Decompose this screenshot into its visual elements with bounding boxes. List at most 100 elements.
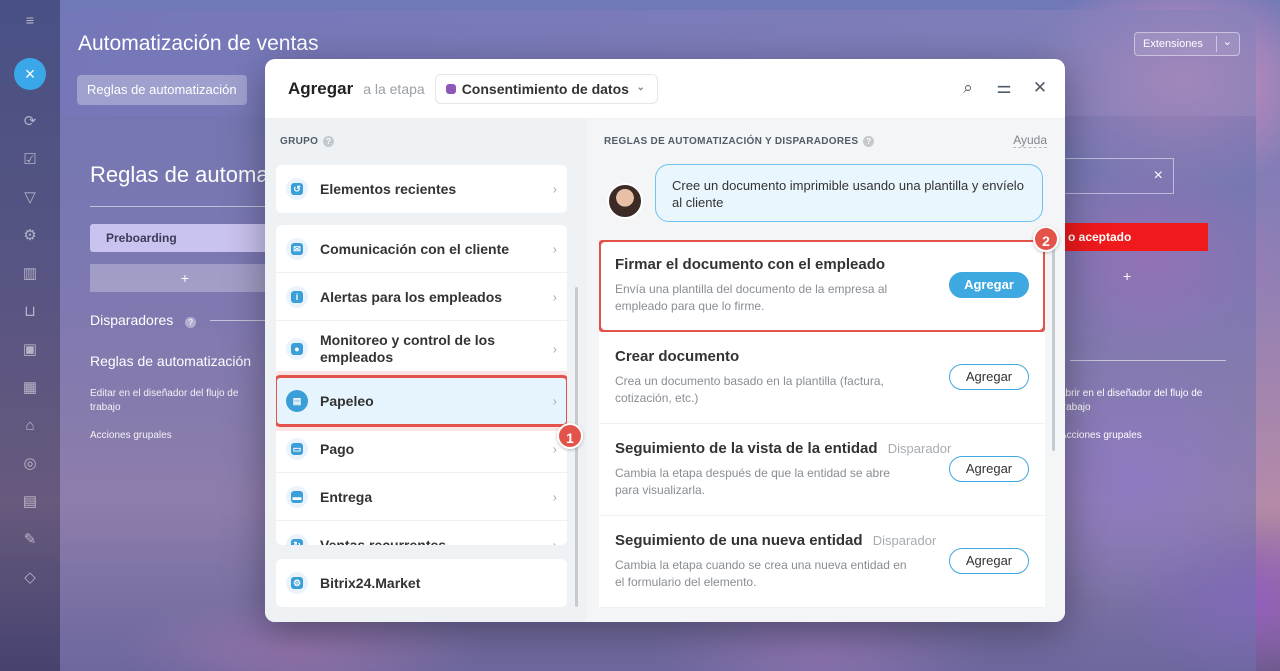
market-card: ⚙ Bitrix24.Market [276,559,567,607]
group-item-payment[interactable]: ▭ Pago › [276,425,567,473]
right-edit-designer-link[interactable]: abrir en el diseñador del flujo de traba… [1060,387,1220,415]
document-icon[interactable]: ▤ [20,492,40,512]
group-item-recurring[interactable]: ↻ Ventas recurrentes › [276,521,567,545]
help-icon[interactable]: ? [185,317,197,328]
right-group-actions-link[interactable]: Acciones grupales [1060,429,1142,443]
sign-icon[interactable]: ✎ [20,530,40,550]
group-item-label: Alertas para los empleados [320,288,503,305]
add-button[interactable]: Agregar [949,548,1029,574]
cart-icon[interactable]: ⊔ [20,302,40,322]
tasks-icon[interactable]: ☑ [20,150,40,170]
group-item-monitoring[interactable]: ● Monitoreo y control de los empleados › [276,321,567,377]
help-link[interactable]: Ayuda [1013,133,1047,148]
rule-title-row: Seguimiento de la vista de la entidad Di… [615,440,1029,457]
step-badge-1: 1 [557,423,583,449]
chevron-down-icon: ⌄ [636,81,645,93]
menu-icon[interactable]: ≡ [20,10,40,30]
chat-icon: ✉ [286,237,308,260]
chevron-right-icon: › [552,181,557,197]
divider [90,206,290,207]
robot-icon[interactable]: ⚙ [20,226,40,246]
rules-list: Firmar el documento con el empleado Enví… [599,240,1045,622]
header-actions: ⌕ ⚌ ✕ [959,77,1049,99]
edit-designer-link[interactable]: Editar en el diseñador del flujo de trab… [90,387,260,415]
group-item-label: Pago [320,440,355,457]
group-item-alerts[interactable]: i Alertas para los empleados › [276,273,567,321]
triggers-label: Disparadores ? [90,312,197,328]
rule-title: Seguimiento de la vista de la entidad [615,440,878,457]
chevron-right-icon: › [552,489,557,504]
crm-icon[interactable]: ⟳ [20,112,40,132]
group-item-label: Monitoreo y control de los empleados [320,331,496,365]
rule-description: Cambia la etapa después de que la entida… [615,466,890,497]
chevron-down-icon: ⌄ [1222,36,1232,48]
target-icon[interactable]: ◎ [20,454,40,474]
box-icon[interactable]: ◇ [20,568,40,588]
dialog-header: Agregar a la etapa Consentimiento de dat… [265,59,1065,119]
rule-title: Firmar el documento con el empleado [615,256,886,273]
help-icon[interactable]: ? [323,136,335,147]
chevron-right-icon: › [552,537,557,546]
group-item-market[interactable]: ⚙ Bitrix24.Market [276,559,567,607]
divider [1216,36,1217,52]
extensions-button[interactable]: Extensiones ⌄ [1134,32,1240,56]
wallet-icon: ▭ [286,437,308,460]
filter-icon[interactable]: ⚌ [995,77,1013,99]
rule-item: Seguimiento de la vista de la entidad Di… [599,424,1045,516]
group-item-delivery[interactable]: ▬ Entrega › [276,473,567,521]
rule-item: Crear documento Crea un documento basado… [599,332,1045,424]
group-item-label: Papeleo [320,392,374,409]
info-icon: i [286,285,308,308]
scrollbar[interactable] [1052,241,1055,451]
dialog-title: Agregar [288,78,354,98]
rules-panel: REGLAS DE AUTOMATIZACIÓN Y DISPARADORES … [587,119,1065,622]
group-item-paperwork[interactable]: ▤ Papeleo › [276,375,567,427]
rules-section-title: REGLAS DE AUTOMATIZACIÓN Y DISPARADORES … [604,136,875,147]
add-button[interactable]: Agregar [949,272,1029,298]
extensions-label: Extensiones [1143,38,1203,50]
page-title: Automatización de ventas [78,32,319,55]
store-icon[interactable]: ⌂ [20,416,40,436]
group-item-label: Comunicación con el cliente [320,240,510,257]
analytics-icon[interactable]: ▥ [20,264,40,284]
search-icon[interactable]: ⌕ [959,77,977,99]
group-section-title: GRUPO ? [280,136,335,147]
funnel-icon[interactable]: ▽ [20,188,40,208]
rule-description: Envía una plantilla del documento de la … [615,282,888,313]
group-list: ✉ Comunicación con el cliente › i Alerta… [276,225,567,545]
stage-select-value: Consentimiento de datos [461,80,629,97]
calendar-icon[interactable]: ▦ [20,378,40,398]
tab-automation-rules[interactable]: Reglas de automatización [77,75,247,105]
group-item-communication[interactable]: ✉ Comunicación con el cliente › [276,225,567,273]
chevron-right-icon: › [552,289,557,304]
contacts-icon[interactable]: ▣ [20,340,40,360]
close-icon[interactable]: ✕ [1031,77,1049,99]
rule-item: Seguimiento de una nueva entidad Dispara… [599,516,1045,608]
rule-description: Cambia la etapa cuando se crea una nueva… [615,558,907,589]
close-slider-button[interactable]: × [14,58,46,90]
right-stage-box: × [1060,158,1174,194]
add-button[interactable]: Agregar [949,456,1029,482]
add-button[interactable]: + [1123,268,1131,284]
add-rule-dialog: Agregar a la etapa Consentimiento de dat… [265,59,1065,622]
chevron-right-icon: › [552,341,557,356]
help-icon[interactable]: ? [863,136,875,147]
market-icon: ⚙ [286,572,308,594]
group-item-recent[interactable]: ↺ Elementos recientes › [276,165,567,213]
group-panel: GRUPO ? ↺ Elementos recientes › ✉ Comuni… [265,119,587,622]
group-item-label: Entrega [320,488,373,505]
users-icon: ● [286,337,308,360]
rule-item: Firmar el documento con el empleado Enví… [599,240,1045,333]
document-icon: ▤ [286,389,308,412]
add-button[interactable]: Agregar [949,364,1029,390]
add-button[interactable]: + [90,264,280,292]
avatar [607,183,643,219]
group-item-label: Bitrix24.Market [320,575,421,591]
trigger-tag: Disparador [872,533,937,548]
group-title-text: GRUPO [280,136,319,147]
stage-select[interactable]: Consentimiento de datos ⌄ [434,73,658,104]
chevron-right-icon: › [552,441,557,456]
group-actions-link[interactable]: Acciones grupales [90,429,172,443]
rule-title: Seguimiento de una nueva entidad [615,532,863,549]
trigger-tag: Disparador [887,441,952,456]
